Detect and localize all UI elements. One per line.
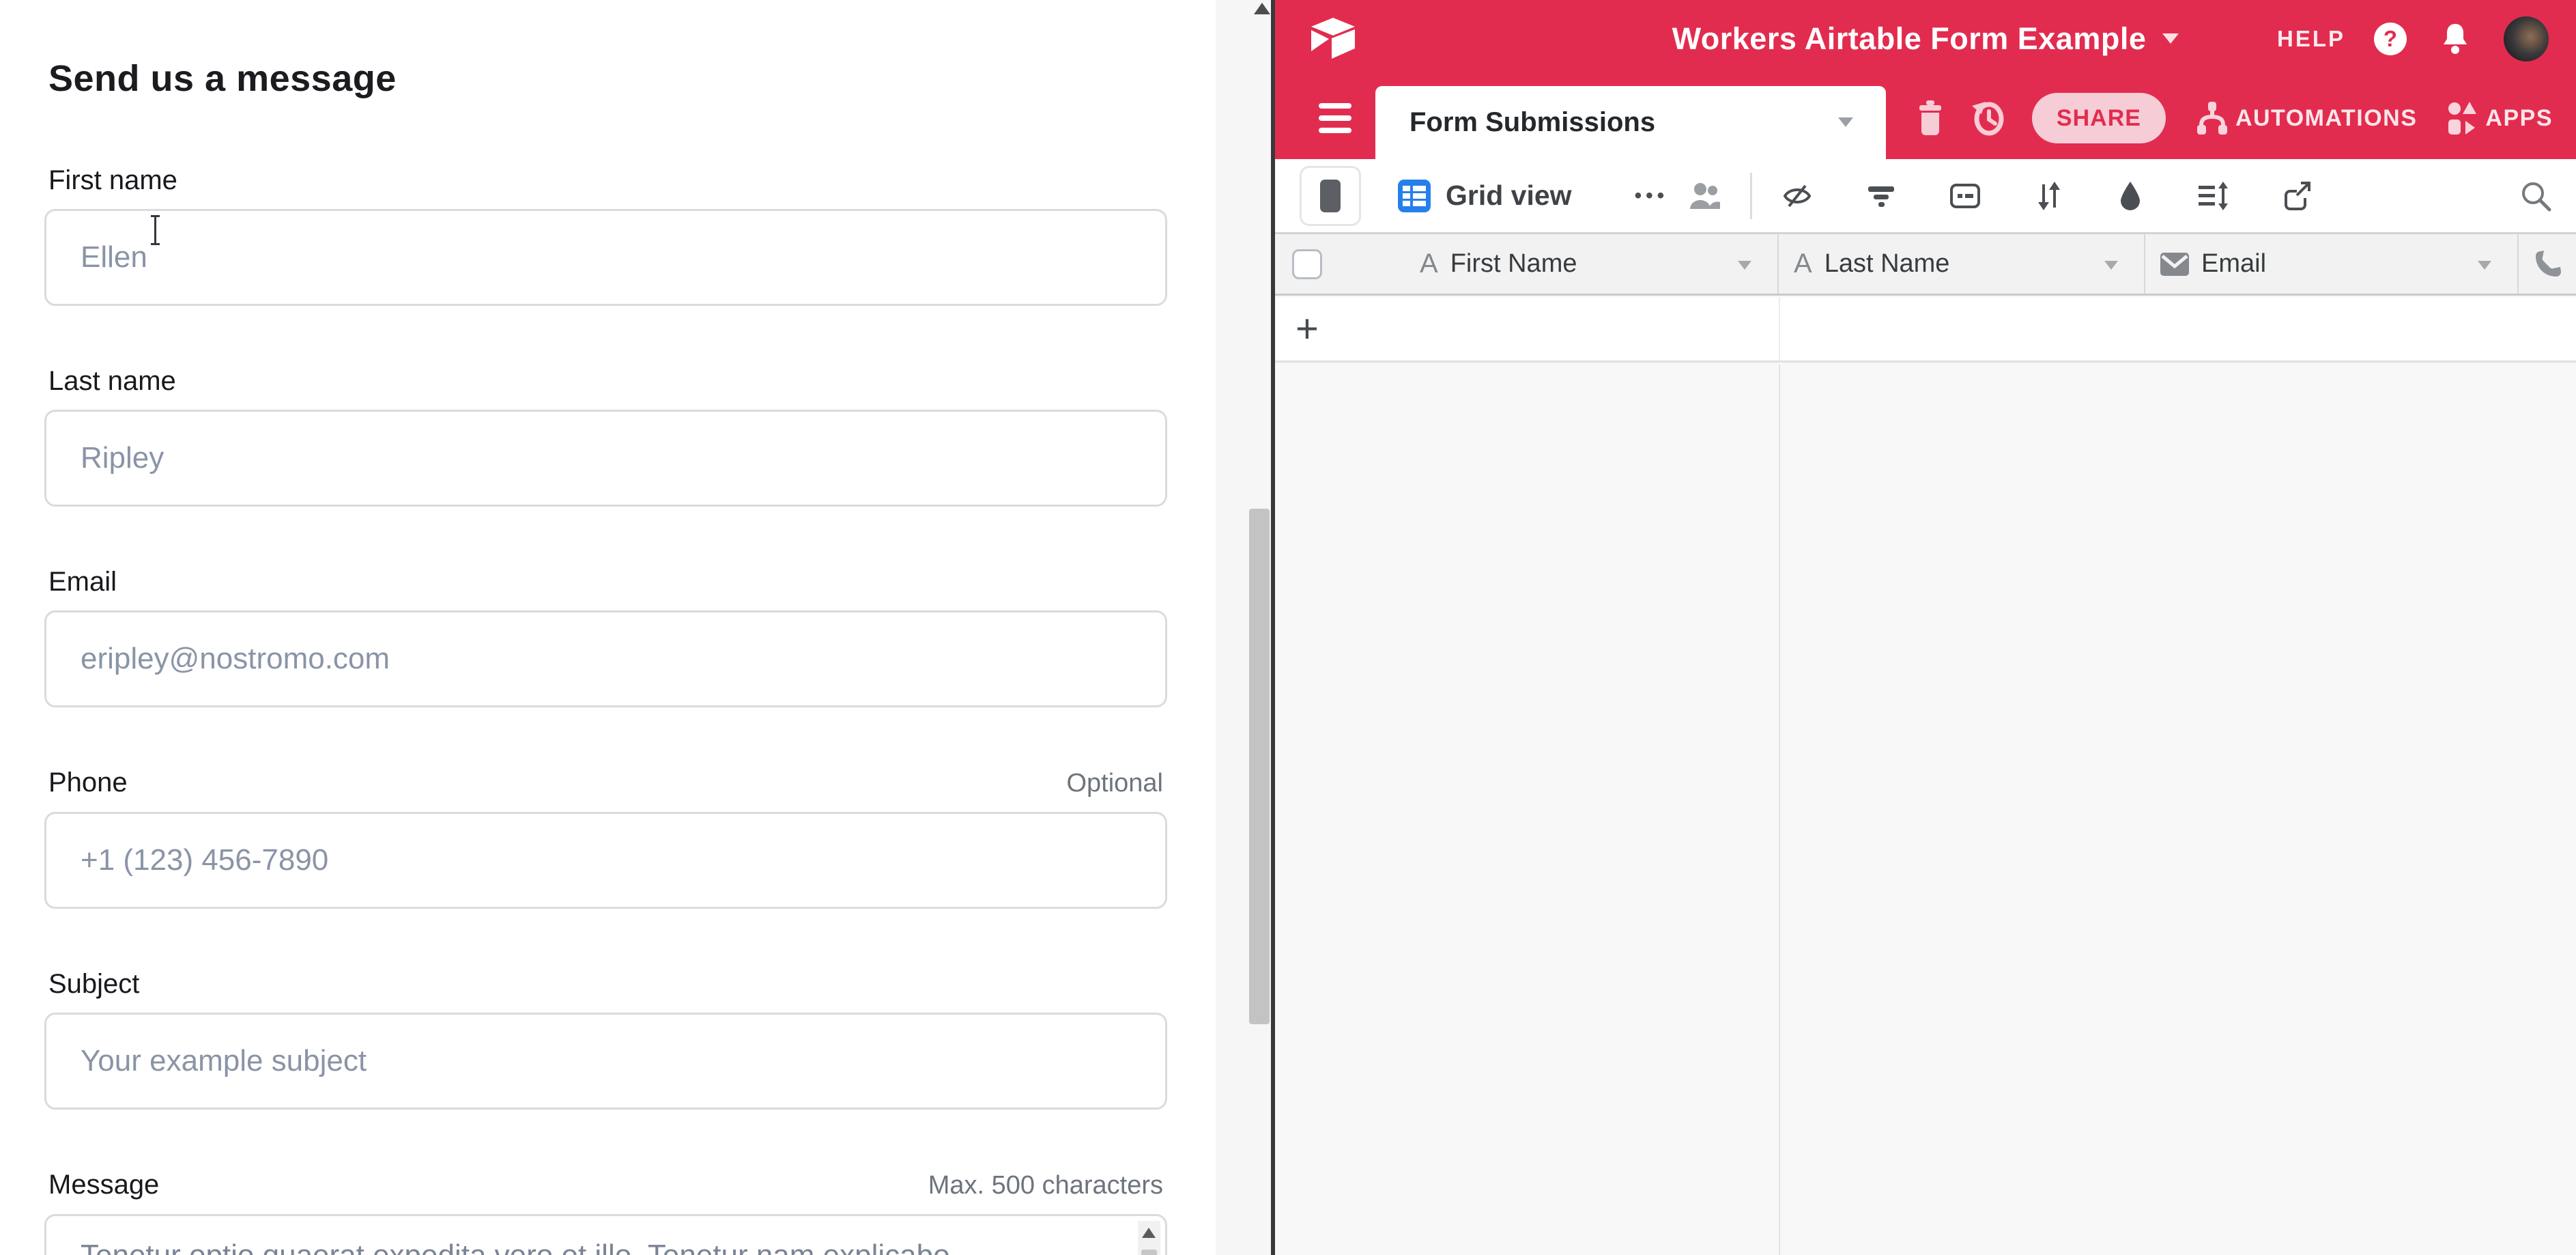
field-phone: Phone Optional <box>44 766 1167 909</box>
toolbar-divider <box>1750 173 1752 219</box>
message-textarea[interactable]: Tenetur optio quaerat expedita vero et i… <box>44 1214 1167 1255</box>
field-first-name: First name <box>44 164 1167 306</box>
chevron-down-icon[interactable] <box>2162 33 2179 44</box>
airtable-topbar: Workers Airtable Form Example HELP ? <box>1275 0 2576 77</box>
row-height-button[interactable] <box>2197 180 2230 212</box>
airtable-pane: Workers Airtable Form Example HELP ? For… <box>1275 0 2576 1255</box>
email-input[interactable] <box>44 610 1167 707</box>
contact-form: Send us a message First name Last name E… <box>44 0 1167 1255</box>
help-button[interactable]: HELP <box>2277 26 2345 52</box>
message-scrollbar[interactable] <box>1138 1221 1160 1255</box>
chevron-down-icon[interactable] <box>1738 261 1751 270</box>
form-title: Send us a message <box>48 56 1167 101</box>
phone-input[interactable] <box>44 812 1167 909</box>
grid-view-button[interactable]: Grid view <box>1398 180 1572 212</box>
menu-icon[interactable] <box>1319 103 1351 133</box>
automations-label: AUTOMATIONS <box>2235 105 2417 132</box>
filter-button[interactable] <box>1865 180 1897 212</box>
phone-note: Optional <box>1066 767 1163 800</box>
avatar[interactable] <box>2504 16 2549 61</box>
sort-button[interactable] <box>2033 180 2063 212</box>
chevron-down-icon[interactable] <box>1838 117 1853 127</box>
first-name-label: First name <box>48 164 177 197</box>
text-cursor-icon <box>150 214 161 246</box>
view-toolbar: Grid view ••• <box>1275 159 2576 234</box>
tab-label: Form Submissions <box>1409 107 1655 138</box>
column-divider <box>1779 365 1780 1255</box>
field-subject: Subject <box>44 968 1167 1110</box>
collaborators-icon[interactable] <box>1687 180 1723 212</box>
text-field-icon: A <box>1420 249 1438 279</box>
column-divider <box>1779 298 1780 361</box>
apps-label: APPS <box>2485 105 2553 132</box>
view-options-button[interactable]: ••• <box>1635 184 1669 208</box>
phone-field-icon <box>2534 250 2562 279</box>
page-scrollbar-thumb[interactable] <box>1249 509 1270 1024</box>
question-icon[interactable]: ? <box>2374 23 2407 55</box>
first-name-input[interactable] <box>44 209 1167 306</box>
field-email: Email <box>44 565 1167 707</box>
grid-view-icon <box>1398 180 1431 212</box>
view-name: Grid view <box>1446 180 1572 212</box>
column-header-last-name[interactable]: A Last Name <box>1779 234 2145 294</box>
plus-icon[interactable]: + <box>1296 306 1319 352</box>
text-field-icon: A <box>1794 249 1812 279</box>
apps-icon <box>2447 100 2478 136</box>
last-name-label: Last name <box>48 365 176 397</box>
phone-label: Phone <box>48 766 128 799</box>
history-button[interactable] <box>1971 100 2005 136</box>
screen: Send us a message First name Last name E… <box>0 0 2576 1255</box>
share-button[interactable]: SHARE <box>2032 93 2166 143</box>
tab-form-submissions[interactable]: Form Submissions <box>1375 86 1886 159</box>
share-label: SHARE <box>2057 105 2141 132</box>
scroll-up-icon[interactable] <box>1254 3 1270 14</box>
column-header-email[interactable]: Email <box>2145 234 2519 294</box>
base-title[interactable]: Workers Airtable Form Example <box>1672 21 2147 57</box>
page-scrollbar[interactable] <box>1216 0 1271 1255</box>
message-note: Max. 500 characters <box>928 1169 1163 1202</box>
field-message: Message Max. 500 characters Tenetur opti… <box>44 1168 1167 1255</box>
search-icon[interactable] <box>2519 179 2553 213</box>
color-button[interactable] <box>2115 180 2145 212</box>
email-label: Email <box>48 565 117 598</box>
last-name-input[interactable] <box>44 410 1167 507</box>
airtable-tabbar: Form Submissions <box>1275 77 2576 159</box>
automations-button[interactable]: AUTOMATIONS <box>2196 100 2417 136</box>
notifications-bell-icon[interactable] <box>2439 23 2471 55</box>
group-button[interactable] <box>1949 180 1981 212</box>
grid-header-row: A First Name A Last Name Email <box>1275 234 2576 296</box>
chevron-down-icon[interactable] <box>2104 261 2118 270</box>
message-label: Message <box>48 1168 159 1201</box>
message-text: Tenetur optio quaerat expedita vero et i… <box>81 1237 1097 1255</box>
share-view-button[interactable] <box>2282 180 2313 212</box>
column-header-phone[interactable]: Phone <box>2519 234 2576 294</box>
subject-label: Subject <box>48 968 139 1000</box>
chevron-down-icon[interactable] <box>2478 261 2491 270</box>
message-scrollbar-thumb[interactable] <box>1141 1250 1157 1255</box>
trash-button[interactable] <box>1916 100 1945 136</box>
add-row[interactable]: + <box>1275 298 2576 363</box>
contact-form-pane: Send us a message First name Last name E… <box>0 0 1271 1255</box>
automations-icon <box>2196 100 2229 136</box>
views-sidebar-toggle-button[interactable] <box>1300 166 1361 226</box>
email-field-icon <box>2160 253 2189 276</box>
sidebar-icon <box>1320 180 1341 212</box>
apps-button[interactable]: APPS <box>2447 100 2553 136</box>
grid-body <box>1275 365 2576 1255</box>
subject-input[interactable] <box>44 1013 1167 1110</box>
hide-fields-button[interactable] <box>1781 180 1814 212</box>
scroll-up-icon[interactable] <box>1142 1228 1156 1238</box>
field-last-name: Last name <box>44 365 1167 507</box>
column-header-first-name[interactable]: A First Name <box>1275 234 1779 294</box>
